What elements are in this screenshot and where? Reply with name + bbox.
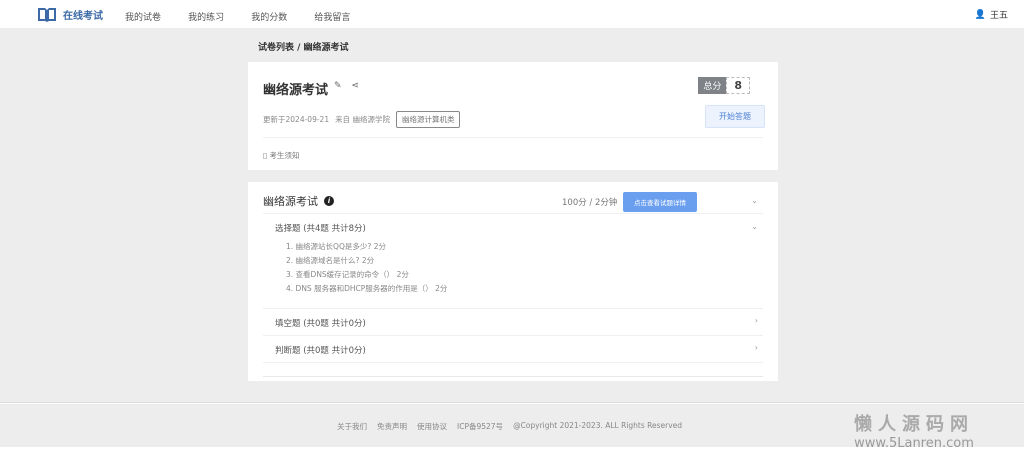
chevron-right-icon[interactable]: › — [755, 316, 758, 325]
user-icon: 👤 — [974, 9, 986, 20]
divider — [263, 335, 763, 336]
chevron-down-icon[interactable]: ⌄ — [751, 196, 758, 205]
chevron-down-icon[interactable]: ⌄ — [751, 222, 758, 231]
exam-title: 幽络源考试 — [263, 83, 329, 98]
footer-about[interactable]: 关于我们 — [337, 421, 367, 432]
question-item: 3. 查看DNS缓存记录的命令（） 2分 — [286, 270, 409, 279]
watermark-url: www.5Lanren.com — [854, 436, 974, 451]
info-icon[interactable]: i — [324, 196, 334, 206]
user-menu[interactable]: 👤 王五 — [974, 8, 1008, 22]
total-score: 总分 8 — [698, 77, 750, 94]
paper-card: 幽络源考试 i 100分 / 2分钟 点击查看试题详情 ⌄ 选择题 (共4题 共计… — [248, 182, 778, 381]
notice-label: 考生须知 — [269, 151, 300, 160]
footer-disclaimer[interactable]: 免责声明 — [377, 421, 407, 432]
brand[interactable]: 在线考试 — [37, 6, 103, 22]
nav-my-scores[interactable]: 我的分数 — [251, 13, 287, 23]
section-choice[interactable]: 选择题 (共4题 共计8分) — [275, 222, 366, 234]
question-item: 1. 幽络源站长QQ是多少? 2分 — [286, 242, 386, 251]
breadcrumb[interactable]: 试卷列表 / 幽络源考试 — [258, 40, 349, 53]
user-name: 王五 — [989, 11, 1008, 21]
chevron-right-icon[interactable]: › — [755, 343, 758, 352]
exam-card: 幽络源考试 ✎ ⋖ 总分 8 更新于2024-09-21 来自 幽络源学院 幽络源计… — [248, 62, 778, 170]
category-tag[interactable]: 幽络源计算机类 — [395, 111, 461, 128]
nav-my-papers[interactable]: 我的试卷 — [125, 13, 161, 23]
paper-title: 幽络源考试 — [263, 195, 318, 208]
share-icon[interactable]: ⋖ — [352, 81, 360, 91]
question-item: 4. DNS 服务器和DHCP服务器的作用是（） 2分 — [286, 284, 448, 293]
brand-label: 在线考试 — [63, 10, 103, 22]
section-judge[interactable]: 判断题 (共0题 共计0分) — [275, 344, 366, 356]
nav-message[interactable]: 给我留言 — [314, 13, 350, 23]
start-exam-button[interactable]: 开始答题 — [705, 105, 765, 128]
divider — [263, 213, 763, 214]
paper-duration: 100分 / 2分钟 — [562, 198, 618, 208]
footer-copyright: @Copyright 2021-2023. ALL Rights Reserve… — [513, 421, 683, 430]
exam-notice-link[interactable]: ▯ 考生须知 — [263, 150, 300, 161]
source: 来自 幽络源学院 — [335, 115, 390, 124]
divider — [263, 376, 763, 377]
footer-terms[interactable]: 使用协议 — [417, 421, 447, 432]
nav-my-practice[interactable]: 我的练习 — [188, 13, 224, 23]
top-nav: 在线考试 我的试卷 我的练习 我的分数 给我留言 👤 王五 — [0, 0, 1024, 28]
section-fill[interactable]: 填空题 (共0题 共计0分) — [275, 317, 366, 329]
main-area: 试卷列表 / 幽络源考试 幽络源考试 ✎ ⋖ 总分 8 更新于2024-09-21 … — [0, 28, 1024, 403]
edit-icon[interactable]: ✎ — [334, 81, 342, 91]
score-value: 8 — [726, 77, 750, 94]
watermark-name: 懒人源码网 — [854, 414, 974, 435]
divider — [263, 137, 763, 138]
watermark: 懒人源码网 www.5Lanren.com — [854, 410, 974, 451]
divider — [263, 308, 763, 309]
view-details-button[interactable]: 点击查看试题详情 — [623, 192, 697, 212]
document-icon: ▯ — [263, 151, 268, 160]
book-icon — [38, 8, 56, 22]
updated-date: 更新于2024-09-21 — [263, 115, 330, 124]
divider — [263, 362, 763, 363]
question-item: 2. 幽络源域名是什么? 2分 — [286, 256, 375, 265]
score-label: 总分 — [698, 77, 727, 94]
footer-icp[interactable]: ICP备9527号 — [457, 421, 503, 432]
